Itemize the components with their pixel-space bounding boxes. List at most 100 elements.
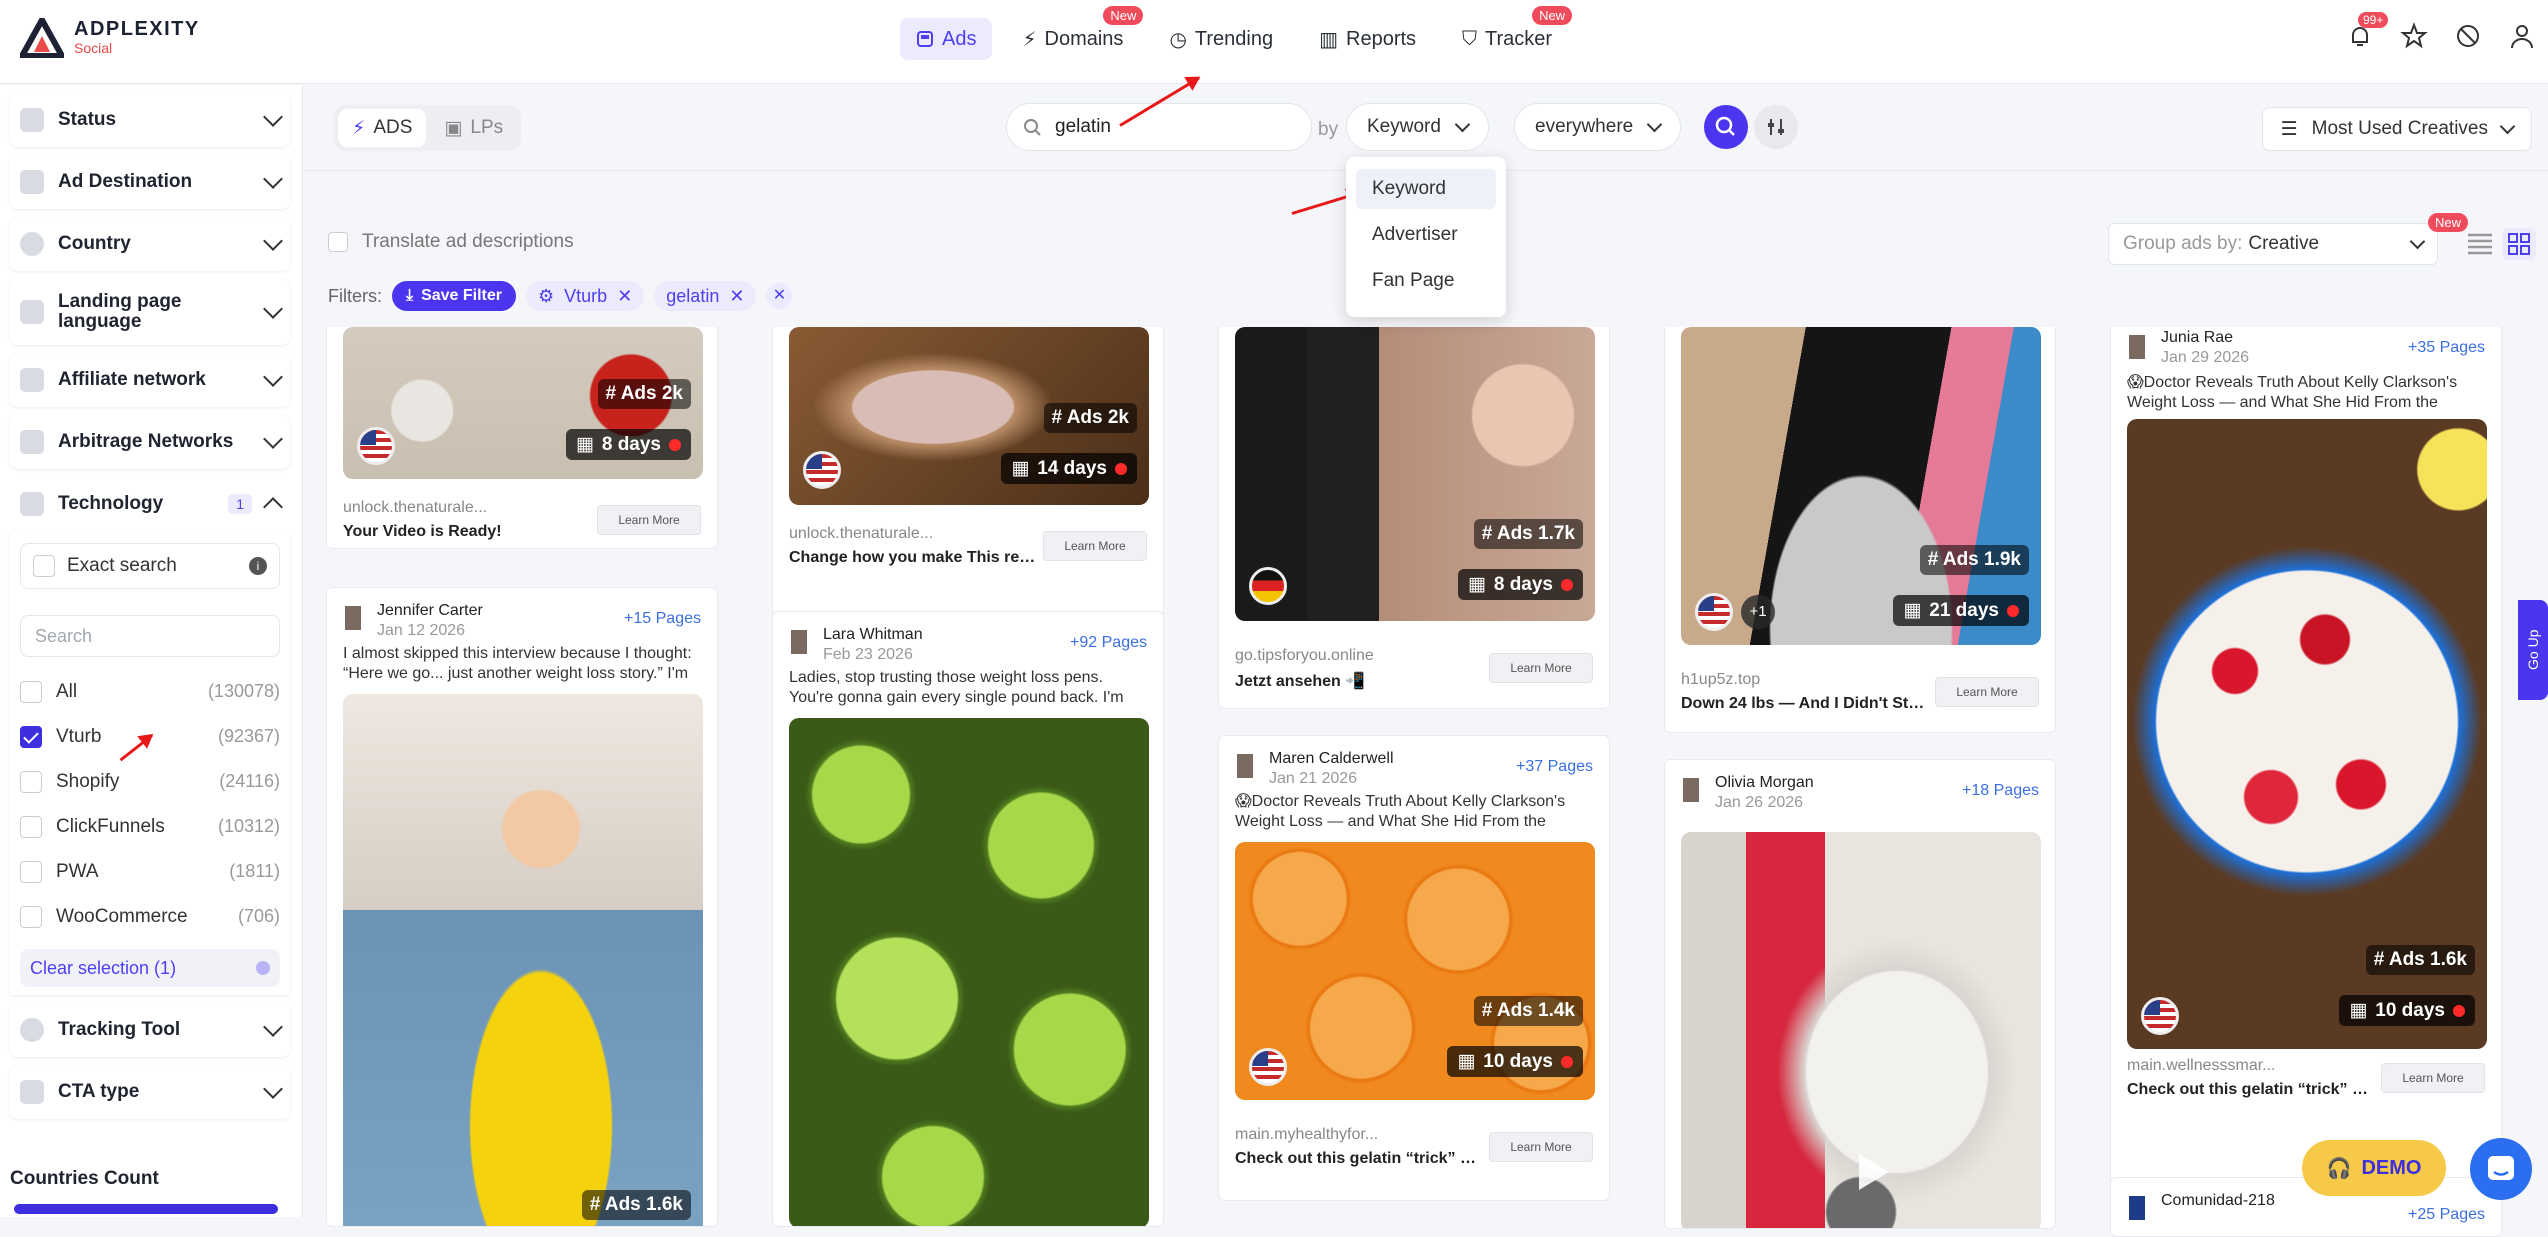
- sort-dropdown[interactable]: ☰ Most Used Creatives: [2261, 107, 2532, 151]
- nav-domains[interactable]: ⚡ Domains New: [1006, 6, 1144, 60]
- info-icon[interactable]: i: [249, 557, 267, 575]
- tech-option-all[interactable]: All (130078): [20, 669, 280, 714]
- advanced-settings-button[interactable]: [1754, 105, 1798, 149]
- filter-chip-gelatin[interactable]: gelatin ✕: [654, 281, 757, 311]
- group-by-dropdown[interactable]: Group ads by: Creative: [2108, 223, 2438, 265]
- menu-item-keyword[interactable]: Keyword: [1356, 169, 1496, 209]
- search-field-dropdown[interactable]: Keyword: [1346, 103, 1489, 151]
- advertiser-name[interactable]: Junia Rae: [2161, 329, 2233, 347]
- clear-selection-button[interactable]: Clear selection (1): [20, 949, 280, 987]
- tech-option-woocommerce[interactable]: WooCommerce (706): [20, 894, 280, 939]
- filter-arbitrage-networks[interactable]: Arbitrage Networks: [10, 415, 290, 469]
- nav-ads[interactable]: Ads: [900, 18, 993, 60]
- ad-image[interactable]: # Ads 2k ▦ 14 days: [789, 327, 1149, 505]
- user-icon[interactable]: [2508, 22, 2536, 50]
- block-icon[interactable]: [2454, 22, 2482, 50]
- search-input[interactable]: gelatin: [1006, 103, 1312, 151]
- ad-card[interactable]: # Ads 1.7k ▦ 8 days go.tipsforyou.online J…: [1218, 327, 1610, 709]
- save-filter-button[interactable]: ⤓ Save Filter: [392, 281, 517, 311]
- filter-technology[interactable]: Technology 1: [10, 477, 290, 531]
- filter-country[interactable]: Country: [10, 217, 290, 271]
- list-view-icon[interactable]: [2466, 231, 2494, 257]
- nav-trending[interactable]: ◷ Trending: [1153, 18, 1289, 60]
- pages-count-link[interactable]: +25 Pages: [2408, 1206, 2485, 1224]
- ad-image[interactable]: # Ads 1.6k ▦ 10 days: [2127, 419, 2487, 1049]
- filter-chip-vturb[interactable]: ⚙ Vturb ✕: [526, 281, 645, 311]
- filter-tracking-tool[interactable]: Tracking Tool: [10, 1003, 290, 1057]
- ad-image[interactable]: # Ads 1.6k: [343, 694, 703, 1226]
- checkbox[interactable]: [20, 860, 42, 883]
- ad-card[interactable]: Lara Whitman Feb 23 2026 +92 Pages Ladies,…: [772, 611, 1164, 1227]
- translate-checkbox[interactable]: [328, 232, 348, 252]
- advertiser-name[interactable]: Olivia Morgan: [1715, 774, 1814, 792]
- countries-count-slider[interactable]: [14, 1204, 278, 1214]
- filter-lp-language[interactable]: Landing page language: [10, 279, 290, 345]
- grid-view-button[interactable]: [2502, 228, 2536, 260]
- ad-card[interactable]: # Ads 2k ▦ 8 days unlock.thenaturale... Yo…: [326, 327, 718, 549]
- close-icon[interactable]: ✕: [617, 286, 632, 307]
- play-icon[interactable]: [1841, 1142, 1901, 1202]
- ad-card[interactable]: Maren Calderwell Jan 21 2026 +37 Pages 😱Do…: [1218, 735, 1610, 1201]
- search-scope-dropdown[interactable]: everywhere: [1514, 103, 1682, 151]
- ad-card[interactable]: +1 # Ads 1.9k ▦ 21 days h1up5z.top Down 24…: [1664, 327, 2056, 733]
- advertiser-name[interactable]: Lara Whitman: [823, 626, 923, 644]
- advertiser-name[interactable]: Comunidad-218: [2161, 1192, 2275, 1210]
- pages-count-link[interactable]: +37 Pages: [1516, 758, 1593, 776]
- nav-reports[interactable]: ▥ Reports: [1303, 18, 1432, 60]
- learn-more-button[interactable]: Learn More: [1935, 677, 2039, 707]
- checkbox[interactable]: [20, 905, 42, 928]
- search-button[interactable]: [1704, 105, 1748, 149]
- filter-cta-type[interactable]: CTA type: [10, 1065, 290, 1119]
- ad-card[interactable]: Olivia Morgan Jan 26 2026 +18 Pages: [1664, 759, 2056, 1229]
- learn-more-button[interactable]: Learn More: [1043, 531, 1147, 561]
- clear-filters-icon[interactable]: ✕: [766, 283, 793, 309]
- checkbox[interactable]: [20, 680, 42, 703]
- translate-toggle[interactable]: Translate ad descriptions: [328, 231, 574, 253]
- ad-card[interactable]: Jennifer Carter Jan 12 2026 +15 Pages I al…: [326, 587, 718, 1227]
- tech-option-shopify[interactable]: Shopify (24116): [20, 759, 280, 804]
- ad-image[interactable]: # Ads 1.7k ▦ 8 days: [1235, 327, 1595, 621]
- menu-item-advertiser[interactable]: Advertiser: [1356, 215, 1496, 255]
- star-icon[interactable]: [2400, 22, 2428, 50]
- exact-search-checkbox[interactable]: [33, 555, 55, 577]
- pages-count-link[interactable]: +35 Pages: [2408, 339, 2485, 357]
- ad-card[interactable]: Comunidad-218 +25 Pages: [2110, 1177, 2502, 1237]
- close-icon[interactable]: ✕: [729, 286, 744, 307]
- menu-item-fan-page[interactable]: Fan Page: [1356, 261, 1496, 301]
- checkbox[interactable]: [20, 770, 42, 793]
- chevron-down-icon: [263, 429, 283, 449]
- checkbox[interactable]: [20, 815, 42, 838]
- learn-more-button[interactable]: Learn More: [1489, 1132, 1593, 1162]
- tech-option-pwa[interactable]: PWA (1811): [20, 849, 280, 894]
- filter-ad-destination[interactable]: Ad Destination: [10, 155, 290, 209]
- demo-button[interactable]: 🎧 DEMO: [2302, 1140, 2446, 1196]
- go-up-button[interactable]: Go Up: [2518, 600, 2548, 700]
- advertiser-name[interactable]: Jennifer Carter: [377, 602, 483, 620]
- flag-us-icon: [803, 451, 841, 489]
- learn-more-button[interactable]: Learn More: [597, 505, 701, 535]
- ad-image[interactable]: [1681, 832, 2041, 1228]
- ad-image[interactable]: # Ads 2k ▦ 8 days: [343, 327, 703, 479]
- filter-affiliate-network[interactable]: Affiliate network: [10, 353, 290, 407]
- pages-count-link[interactable]: +15 Pages: [624, 610, 701, 628]
- exact-search-toggle[interactable]: Exact search i: [20, 543, 280, 589]
- filter-status[interactable]: Status: [10, 93, 290, 147]
- checkbox-checked[interactable]: [20, 725, 42, 748]
- pages-count-link[interactable]: +18 Pages: [1962, 782, 2039, 800]
- chat-button[interactable]: [2470, 1138, 2532, 1200]
- learn-more-button[interactable]: Learn More: [1489, 653, 1593, 683]
- bell-icon[interactable]: 99+: [2346, 12, 2389, 50]
- tech-option-clickfunnels[interactable]: ClickFunnels (10312): [20, 804, 280, 849]
- technology-search-input[interactable]: Search: [20, 615, 280, 657]
- ad-card[interactable]: Junia Rae Jan 29 2026 +35 Pages 😱Doctor Re…: [2110, 327, 2502, 1195]
- advertiser-name[interactable]: Maren Calderwell: [1269, 750, 1394, 768]
- ad-image[interactable]: +1 # Ads 1.9k ▦ 21 days: [1681, 327, 2041, 645]
- toggle-lps[interactable]: ▣ LPs: [430, 109, 517, 147]
- learn-more-button[interactable]: Learn More: [2381, 1063, 2485, 1093]
- ad-image[interactable]: # Ads 1.4k ▦ 10 days: [1235, 842, 1595, 1100]
- nav-tracker[interactable]: ⛉ Tracker New: [1446, 6, 1573, 60]
- pages-count-link[interactable]: +92 Pages: [1070, 634, 1147, 652]
- toggle-ads[interactable]: ⚡ ADS: [338, 109, 427, 147]
- logo[interactable]: ADPLEXITY Social: [20, 18, 200, 58]
- ad-image[interactable]: [789, 718, 1149, 1226]
